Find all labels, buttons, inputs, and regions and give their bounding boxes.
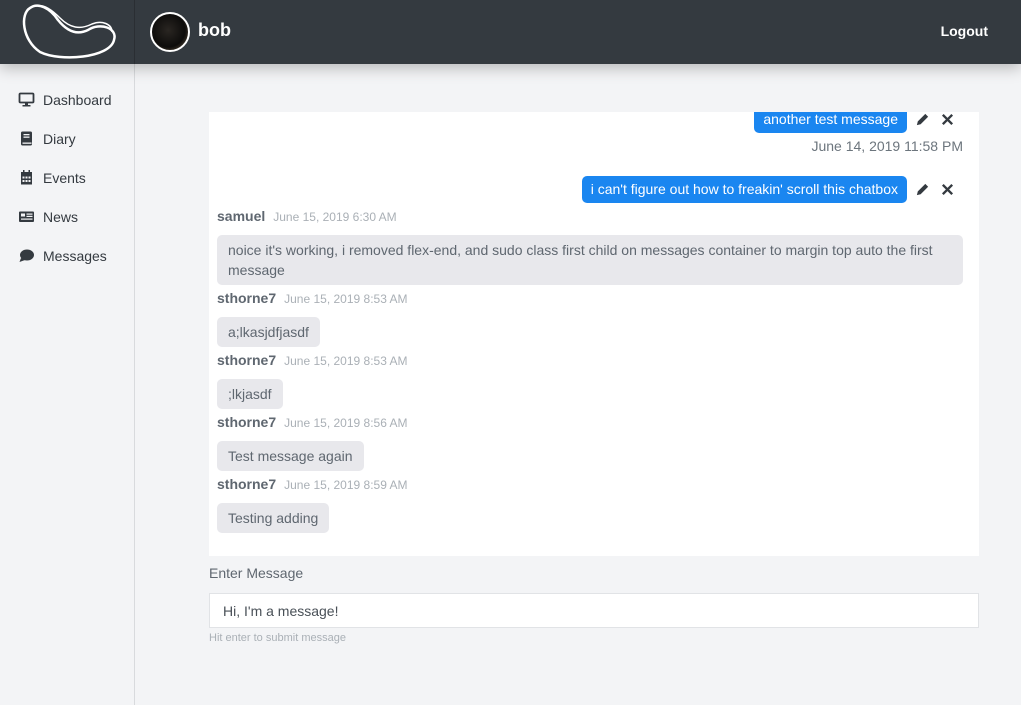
sender-name: sthorne7: [217, 290, 277, 306]
pencil-icon[interactable]: [915, 182, 930, 197]
chat-messages-container[interactable]: another test message June 14, 2019 11:58…: [209, 112, 979, 556]
logo[interactable]: [0, 0, 135, 64]
sidebar-item-events[interactable]: Events: [0, 158, 134, 197]
sidebar-item-dashboard[interactable]: Dashboard: [0, 80, 134, 119]
sender-name: sthorne7: [217, 352, 277, 368]
sidebar-item-label: Messages: [43, 247, 107, 264]
sender-name: sthorne7: [217, 476, 277, 492]
sent-message: another test message: [217, 112, 963, 133]
message-bubble: another test message: [754, 112, 907, 133]
top-navbar: bob Logout: [0, 0, 1021, 64]
message-bubble: Test message again: [217, 441, 364, 471]
logout-button[interactable]: Logout: [941, 23, 988, 39]
message-timestamp: June 15, 2019 8:53 AM: [284, 354, 408, 368]
received-message: sthorne7 June 15, 2019 8:56 AM Test messag…: [217, 414, 963, 471]
message-input[interactable]: [209, 593, 979, 628]
username: bob: [198, 20, 231, 40]
sidebar-item-news[interactable]: News: [0, 197, 134, 236]
message-bubble: i can't figure out how to freakin' scrol…: [581, 176, 907, 203]
sidebar-item-label: News: [43, 208, 79, 225]
message-bubble: noice it's working, i removed flex-end, …: [217, 235, 963, 285]
sidebar: Dashboard Diary Events News Messages: [0, 64, 135, 705]
received-message: sthorne7 June 15, 2019 8:59 AM Testing add…: [217, 476, 963, 533]
close-icon[interactable]: [940, 182, 955, 197]
message-timestamp: June 14, 2019 11:58 PM: [811, 138, 963, 154]
sidebar-item-label: Dashboard: [43, 91, 112, 108]
comment-icon: [19, 249, 34, 262]
message-timestamp: June 15, 2019 8:59 AM: [284, 478, 408, 492]
pencil-icon[interactable]: [915, 112, 930, 127]
received-message: samuel June 15, 2019 6:30 AM noice it's wo…: [217, 208, 963, 285]
sidebar-item-messages[interactable]: Messages: [0, 236, 134, 275]
sidebar-item-diary[interactable]: Diary: [0, 119, 134, 158]
avatar[interactable]: [150, 12, 190, 52]
newspaper-icon: [19, 211, 34, 222]
message-bubble: a;lkasjdfjasdf: [217, 317, 320, 347]
book-icon: [21, 131, 32, 146]
received-message: sthorne7 June 15, 2019 8:53 AM a;lkasjdfja…: [217, 290, 963, 347]
sender-name: samuel: [217, 208, 266, 224]
sidebar-item-label: Events: [43, 169, 86, 186]
message-timestamp: June 15, 2019 6:30 AM: [273, 210, 397, 224]
calendar-icon: [21, 170, 32, 185]
desktop-icon: [18, 92, 35, 107]
message-bubble: Testing adding: [217, 503, 330, 533]
received-message: sthorne7 June 15, 2019 8:53 AM ;lkjasdf: [217, 352, 963, 409]
enter-message-label: Enter Message: [209, 565, 304, 581]
message-timestamp: June 15, 2019 8:56 AM: [284, 416, 408, 430]
message-timestamp: June 15, 2019 8:53 AM: [284, 292, 408, 306]
sent-message: i can't figure out how to freakin' scrol…: [217, 176, 963, 203]
sidebar-item-label: Diary: [43, 130, 76, 147]
help-text: Hit enter to submit message: [209, 632, 346, 644]
sender-name: sthorne7: [217, 414, 277, 430]
message-bubble: ;lkjasdf: [217, 379, 283, 409]
close-icon[interactable]: [940, 112, 955, 127]
